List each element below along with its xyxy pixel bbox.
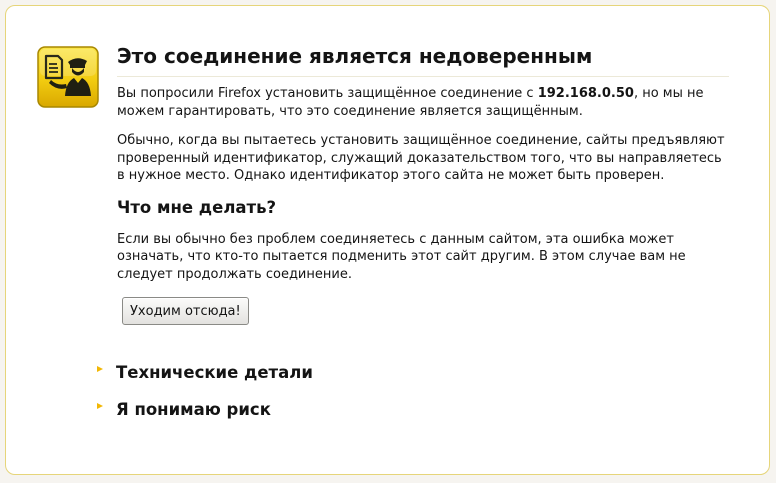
explanation-text: Обычно, когда вы пытаетесь установить за…: [117, 133, 725, 183]
triangle-right-icon: [97, 366, 103, 372]
what-to-do-text: Если вы обычно без проблем соединяетесь …: [117, 231, 686, 282]
technical-details-expander[interactable]: Технические детали: [97, 359, 313, 385]
what-to-do-heading: Что мне делать?: [117, 197, 277, 217]
page-title: Это соединение является недоверенным: [117, 40, 729, 77]
host-name: 192.168.0.50: [537, 86, 634, 101]
understand-risks-label: Я понимаю риск: [116, 399, 271, 419]
triangle-right-icon: [97, 403, 103, 409]
understand-risks-expander[interactable]: Я понимаю риск: [97, 396, 271, 422]
intro-text-before: Вы попросили Firefox установить защищённ…: [117, 86, 538, 101]
error-content: Это соединение является недоверенным Вы …: [117, 40, 729, 325]
security-officer-icon: [37, 46, 99, 108]
get-me-out-button[interactable]: Уходим отсюда!: [122, 297, 249, 325]
intro-text: Вы попросили Firefox установить защищённ…: [117, 85, 729, 120]
technical-details-label: Технические детали: [116, 362, 313, 382]
